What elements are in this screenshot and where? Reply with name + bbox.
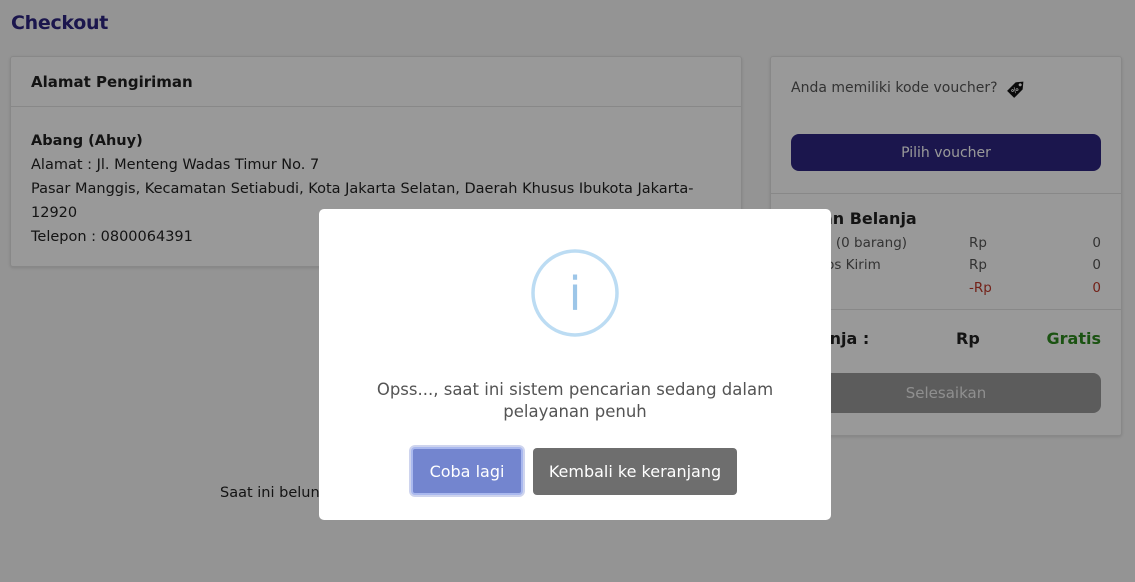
dialog-message: Opss..., saat ini sistem pencarian sedan… [376,380,774,421]
retry-button[interactable]: Coba lagi [411,447,523,495]
info-icon: i [531,249,619,337]
back-to-cart-button[interactable]: Kembali ke keranjang [533,448,737,495]
info-icon-glyph: i [569,267,582,321]
info-dialog: i Opss..., saat ini sistem pencarian sed… [319,209,831,520]
